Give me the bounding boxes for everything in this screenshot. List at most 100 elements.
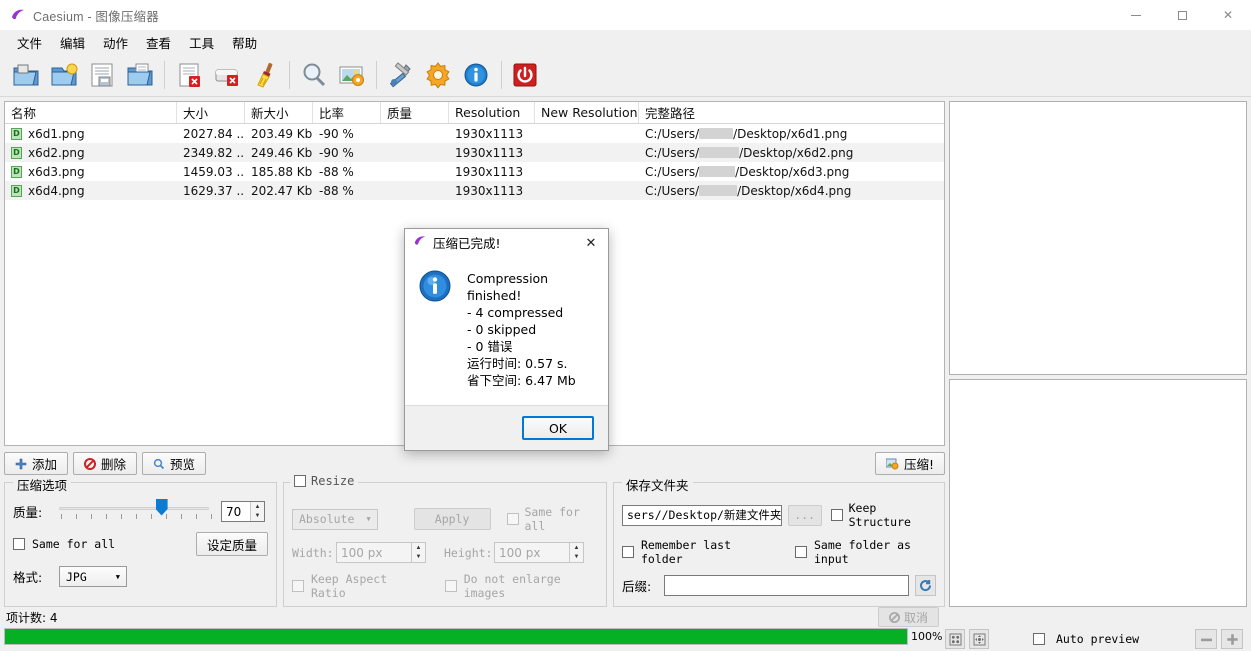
- output-path-input[interactable]: sers//Desktop/新建文件夹: [622, 504, 782, 526]
- do-not-enlarge-checkbox[interactable]: [444, 580, 457, 592]
- spin-down-icon[interactable]: ▼: [251, 512, 264, 522]
- resize-apply-label: Apply: [434, 512, 470, 526]
- preview-zoom-button[interactable]: [295, 56, 333, 94]
- dialog-logo-icon: [413, 234, 427, 251]
- spin-up-icon[interactable]: ▲: [412, 543, 425, 553]
- preview-compressed-pane[interactable]: [949, 379, 1247, 607]
- resize-apply-button[interactable]: Apply: [413, 508, 491, 530]
- remove-item-button[interactable]: [170, 56, 208, 94]
- save-list-button[interactable]: [83, 56, 121, 94]
- tools-settings-icon: [389, 62, 411, 88]
- dialog-line-4: - 0 错误: [467, 339, 513, 354]
- file-name-label: x6d3.png: [28, 164, 85, 179]
- height-spinbox[interactable]: ▲▼: [494, 542, 584, 563]
- table-row[interactable]: Dx6d3.png 1459.03 ... 185.88 Kb -88 % 1930x1…: [5, 162, 944, 181]
- column-header-quality[interactable]: 质量: [381, 102, 449, 123]
- main-area: 名称 大小 新大小 比率 质量 Resolution New Resolutio…: [0, 97, 1251, 607]
- resize-mode-select[interactable]: Absolute ▼: [292, 508, 378, 530]
- dialog-close-button[interactable]: ✕: [578, 230, 604, 255]
- resize-enable-checkbox[interactable]: [294, 475, 306, 487]
- expand-arrows-icon: [973, 633, 985, 645]
- clear-list-button[interactable]: [208, 56, 246, 94]
- dialog-title: 压缩已完成!: [433, 236, 501, 251]
- column-header-size[interactable]: 大小: [177, 102, 245, 123]
- table-row[interactable]: Dx6d1.png 2027.84 ... 203.49 Kb -90 % 1930x1…: [5, 124, 944, 143]
- zoom-in-icon: [1226, 633, 1238, 645]
- table-row[interactable]: Dx6d2.png 2349.82 ... 249.46 Kb -90 % 1930x1…: [5, 143, 944, 162]
- column-header-new-size[interactable]: 新大小: [245, 102, 313, 123]
- zoom-out-icon: [1200, 638, 1212, 641]
- action-bar: 添加 删除 预览 压缩!: [4, 450, 945, 477]
- column-header-full-path[interactable]: 完整路径: [639, 102, 944, 123]
- table-row[interactable]: Dx6d4.png 1629.37 ... 202.47 Kb -88 % 1930x1…: [5, 181, 944, 200]
- expand-button[interactable]: [969, 629, 989, 649]
- minimize-icon: [1131, 14, 1141, 16]
- keep-aspect-ratio-checkbox[interactable]: [292, 580, 304, 592]
- broom-clean-button[interactable]: [246, 56, 284, 94]
- exit-power-button[interactable]: [507, 56, 545, 94]
- dialog-ok-button[interactable]: OK: [522, 416, 594, 440]
- output-folder-panel: 保存文件夹 sers//Desktop/新建文件夹 ... Keep Struc…: [613, 475, 945, 607]
- resize-same-for-all-label: Same for all: [524, 505, 580, 533]
- minimize-button[interactable]: [1113, 0, 1159, 30]
- zoom-out-button[interactable]: [1195, 629, 1217, 649]
- remember-last-folder-checkbox[interactable]: [622, 546, 634, 558]
- same-folder-as-input-checkbox[interactable]: [795, 546, 807, 558]
- menu-edit[interactable]: 编辑: [51, 30, 94, 55]
- add-folder-button[interactable]: [45, 56, 83, 94]
- spin-arrows[interactable]: ▲ ▼: [569, 543, 583, 562]
- column-header-ratio[interactable]: 比率: [313, 102, 381, 123]
- open-folder-button[interactable]: [7, 56, 45, 94]
- spin-up-icon[interactable]: ▲: [570, 543, 583, 553]
- cancel-button[interactable]: 取消: [877, 607, 939, 627]
- quality-input[interactable]: [222, 503, 250, 520]
- spin-arrows[interactable]: ▲ ▼: [411, 543, 425, 562]
- zoom-in-button[interactable]: [1221, 629, 1243, 649]
- fit-grid-button[interactable]: [945, 629, 965, 649]
- spin-up-icon[interactable]: ▲: [251, 502, 264, 512]
- cell-name: Dx6d2.png: [5, 146, 177, 160]
- width-input[interactable]: [337, 544, 403, 561]
- info-button[interactable]: [458, 56, 496, 94]
- close-button[interactable]: ✕: [1205, 0, 1251, 30]
- resize-legend-label: Resize: [311, 474, 355, 488]
- menu-tools[interactable]: 工具: [180, 30, 223, 55]
- same-for-all-quality-checkbox[interactable]: [13, 538, 25, 550]
- menu-view[interactable]: 查看: [137, 30, 180, 55]
- open-list-button[interactable]: [121, 56, 159, 94]
- menu-actions[interactable]: 动作: [94, 30, 137, 55]
- width-spinbox[interactable]: ▲▼: [336, 542, 426, 563]
- menu-help[interactable]: 帮助: [223, 30, 266, 55]
- tools-settings-button[interactable]: [382, 56, 420, 94]
- column-header-name[interactable]: 名称: [5, 102, 177, 123]
- options-gear-button[interactable]: [420, 56, 458, 94]
- resize-same-for-all-checkbox[interactable]: [506, 513, 519, 525]
- maximize-button[interactable]: [1159, 0, 1205, 30]
- keep-structure-checkbox[interactable]: [830, 509, 843, 521]
- spin-down-icon[interactable]: ▼: [570, 553, 583, 563]
- dialog-line-3: - 0 skipped: [467, 322, 537, 337]
- preview-button[interactable]: 预览: [142, 452, 207, 475]
- height-input[interactable]: [495, 544, 561, 561]
- compress-button[interactable]: 压缩!: [874, 452, 945, 475]
- set-quality-button[interactable]: 设定质量: [195, 532, 268, 556]
- quality-slider[interactable]: [59, 498, 209, 516]
- compress-image-button[interactable]: [333, 56, 371, 94]
- remove-button[interactable]: 删除: [73, 452, 138, 475]
- format-select[interactable]: JPG ▼: [59, 566, 127, 587]
- bottom-strip: 项计数: 4 取消 100% Auto preview: [0, 607, 1251, 651]
- keep-aspect-ratio-label: Keep Aspect Ratio: [311, 572, 388, 600]
- exit-power-icon: [513, 63, 537, 87]
- browse-button[interactable]: ...: [787, 504, 822, 526]
- reset-suffix-button[interactable]: [915, 575, 936, 596]
- auto-preview-checkbox[interactable]: [1033, 633, 1045, 645]
- menu-file[interactable]: 文件: [8, 30, 51, 55]
- quality-spinbox[interactable]: ▲ ▼: [221, 501, 265, 522]
- column-header-new-resolution[interactable]: New Resolution: [535, 102, 639, 123]
- spin-arrows[interactable]: ▲ ▼: [250, 502, 264, 521]
- preview-original-pane[interactable]: [949, 101, 1247, 375]
- add-button[interactable]: 添加: [4, 452, 69, 475]
- spin-down-icon[interactable]: ▼: [412, 553, 425, 563]
- column-header-resolution[interactable]: Resolution: [449, 102, 535, 123]
- suffix-input[interactable]: [664, 575, 909, 596]
